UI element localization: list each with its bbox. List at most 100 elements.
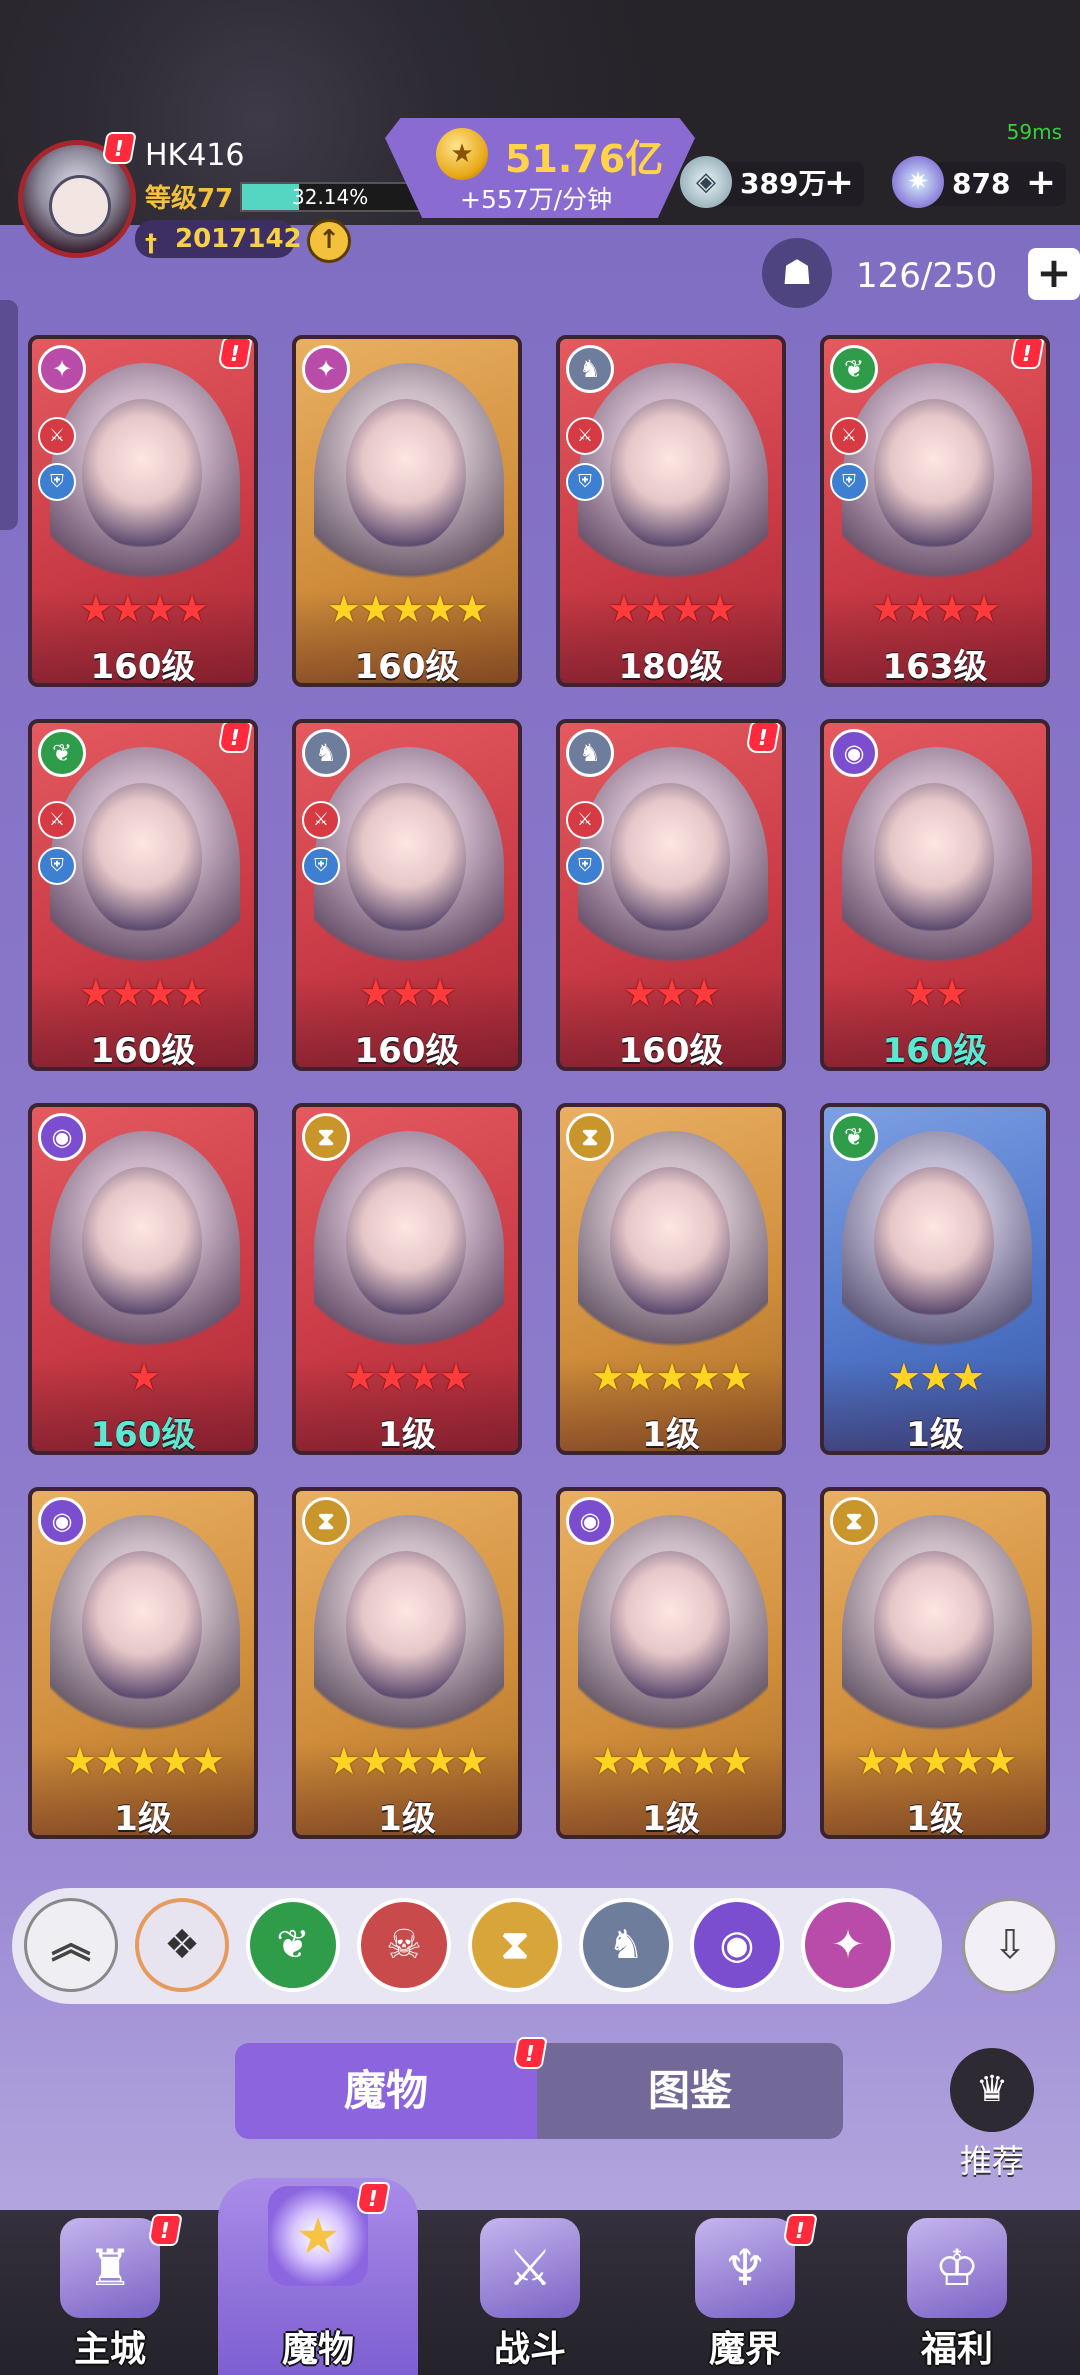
player-name: HK416 <box>145 138 245 173</box>
filter-demon-mask-icon[interactable]: ☠ <box>357 1898 451 1992</box>
shield-sword-icon: ⚔ <box>480 2218 580 2318</box>
pink-swirl-icon: ✦ <box>38 345 86 393</box>
gem-resource[interactable]: ✷ 878 + <box>892 156 1066 208</box>
sword-role-icon: ⚔ <box>38 801 76 839</box>
ping-readout: 59ms <box>1006 120 1062 144</box>
star-rating: ★ <box>126 1355 161 1399</box>
monster-card[interactable]: ⧗ ★★★★ 1级 <box>292 1103 522 1455</box>
tab-alert-icon: ! <box>512 2037 548 2069</box>
monster-level: 1级 <box>378 1415 436 1455</box>
monster-card[interactable]: ❦ ⚔ ⛨ ★★★★ 163级! <box>820 335 1050 687</box>
monster-card[interactable]: ♞ ⚔ ⛨ ★★★ 160级 <box>292 719 522 1071</box>
nav-label: 主城 <box>73 2329 146 2370</box>
monster-card[interactable]: ⧗ ★★★★★ 1级 <box>820 1487 1050 1839</box>
shield-role-icon: ⛨ <box>38 463 76 501</box>
monster-card[interactable]: ◉ ★ 160级 <box>28 1103 258 1455</box>
nav-demon-portal[interactable]: ♆ 魔界! <box>645 2210 845 2375</box>
crystal-orb-icon: ◈ <box>680 156 732 208</box>
power-value: 2017142 <box>175 224 302 254</box>
star-rating: ★★★ <box>358 971 457 1015</box>
crystal-add-button[interactable]: + <box>824 162 854 204</box>
purple-eye-icon: ◉ <box>566 1497 614 1545</box>
monster-level: 160级 <box>90 1415 196 1455</box>
monster-level: 180级 <box>618 647 724 687</box>
gold-hourglass-icon: ⧗ <box>830 1497 878 1545</box>
monster-card[interactable]: ◉ ★★★★★ 1级 <box>556 1487 786 1839</box>
star-rating: ★★ <box>902 971 969 1015</box>
silver-wolf-icon: ♞ <box>566 345 614 393</box>
filter-all-factions-icon[interactable]: ❖ <box>135 1898 229 1992</box>
monster-level: 160级 <box>354 647 460 687</box>
monster-face <box>82 1167 202 1317</box>
nav-treasure-chest[interactable]: ♔ 福利 <box>857 2210 1057 2375</box>
gem-value: 878 <box>952 167 1011 200</box>
monster-face <box>610 1551 730 1701</box>
nav-label: 福利 <box>920 2329 993 2370</box>
card-alert-icon: ! <box>745 723 781 753</box>
monster-card[interactable]: ✦ ⚔ ⛨ ★★★★ 160级! <box>28 335 258 687</box>
filter-collapse-chevrons-icon[interactable]: ︽ <box>24 1898 118 1992</box>
monster-level: 1级 <box>906 1415 964 1455</box>
nav-shield-sword[interactable]: ⚔ 战斗 <box>430 2210 630 2375</box>
monster-level: 160级 <box>882 1031 988 1071</box>
monster-card[interactable]: ❦ ★★★ 1级 <box>820 1103 1050 1455</box>
nav-label: 战斗 <box>493 2329 566 2370</box>
monster-level: 1级 <box>906 1799 964 1839</box>
recommend-button[interactable]: ♛ 推荐 <box>944 2048 1040 2182</box>
crystal-value: 389万 <box>740 167 827 200</box>
star-rating: ★★★★ <box>78 971 209 1015</box>
player-level: 等级77 <box>145 184 234 214</box>
monster-face <box>610 783 730 933</box>
filter-wolf-icon[interactable]: ♞ <box>579 1898 673 1992</box>
monster-face <box>82 399 202 549</box>
gem-add-button[interactable]: + <box>1026 162 1056 204</box>
monster-card[interactable]: ♞ ⚔ ⛨ ★★★ 160级! <box>556 719 786 1071</box>
power-upgrade-button[interactable]: ↑ <box>307 219 351 263</box>
monster-face <box>874 399 994 549</box>
monster-card[interactable]: ♞ ⚔ ⛨ ★★★★ 180级 <box>556 335 786 687</box>
sword-role-icon: ⚔ <box>302 801 340 839</box>
treasure-chest-icon: ♔ <box>907 2218 1007 2318</box>
view-tabs: 魔物 图鉴 ! <box>235 2037 843 2139</box>
filter-nature-leaf-icon[interactable]: ❦ <box>246 1898 340 1992</box>
xp-bar: 32.14% <box>240 182 422 212</box>
monster-card[interactable]: ◉ ★★ 160级 <box>820 719 1050 1071</box>
nav-alert-icon: ! <box>782 2214 818 2246</box>
demon-portal-icon: ♆ <box>695 2218 795 2318</box>
filter-hourglass-icon[interactable]: ⧗ <box>468 1898 562 1992</box>
crystal-resource[interactable]: ◈ 389万 + <box>680 156 864 208</box>
monster-level: 1级 <box>642 1799 700 1839</box>
gold-rate: +557万/分钟 <box>460 185 613 214</box>
sort-button[interactable]: ⇩ <box>962 1898 1058 1994</box>
nav-purple-flame-star[interactable]: ★ 魔物! <box>218 2178 418 2375</box>
shield-role-icon: ⛨ <box>566 847 604 885</box>
gold-value: 51.76亿 <box>505 137 664 181</box>
monster-card[interactable]: ⧗ ★★★★★ 1级 <box>292 1487 522 1839</box>
monster-face <box>82 783 202 933</box>
capacity-add-button[interactable]: + <box>1028 248 1080 300</box>
monster-card[interactable]: ◉ ★★★★★ 1级 <box>28 1487 258 1839</box>
monster-level: 160级 <box>90 647 196 687</box>
card-alert-icon: ! <box>217 339 253 369</box>
nav-castle[interactable]: ♜ 主城! <box>10 2210 210 2375</box>
filter-swirl-icon[interactable]: ✦ <box>801 1898 895 1992</box>
tab-monsters[interactable]: 魔物 <box>235 2043 537 2139</box>
side-drawer-handle[interactable] <box>0 300 18 530</box>
monster-card[interactable]: ✦ ★★★★★ 160级 <box>292 335 522 687</box>
sword-role-icon: ⚔ <box>566 801 604 839</box>
sword-role-icon: ⚔ <box>830 417 868 455</box>
monster-card[interactable]: ⧗ ★★★★★ 1级 <box>556 1103 786 1455</box>
avatar-face <box>49 175 111 237</box>
silver-wolf-icon: ♞ <box>566 729 614 777</box>
monster-grid: ✦ ⚔ ⛨ ★★★★ 160级! ✦ ★★★★★ 160级 ♞ ⚔ ⛨ ★★★★ 180级 ❦ ⚔ ⛨ ★★★★… <box>28 335 1058 1847</box>
tab-codex[interactable]: 图鉴 <box>537 2043 843 2139</box>
monster-face <box>610 1167 730 1317</box>
avatar-alert-icon: ! <box>101 132 137 164</box>
monster-level: 1级 <box>378 1799 436 1839</box>
star-rating: ★★★★★ <box>326 587 489 631</box>
filter-eye-icon[interactable]: ◉ <box>690 1898 784 1992</box>
monster-card[interactable]: ❦ ⚔ ⛨ ★★★★ 160级! <box>28 719 258 1071</box>
monster-mask-icon: ☗ <box>762 238 832 308</box>
monster-level: 1级 <box>114 1799 172 1839</box>
monster-face <box>346 783 466 933</box>
